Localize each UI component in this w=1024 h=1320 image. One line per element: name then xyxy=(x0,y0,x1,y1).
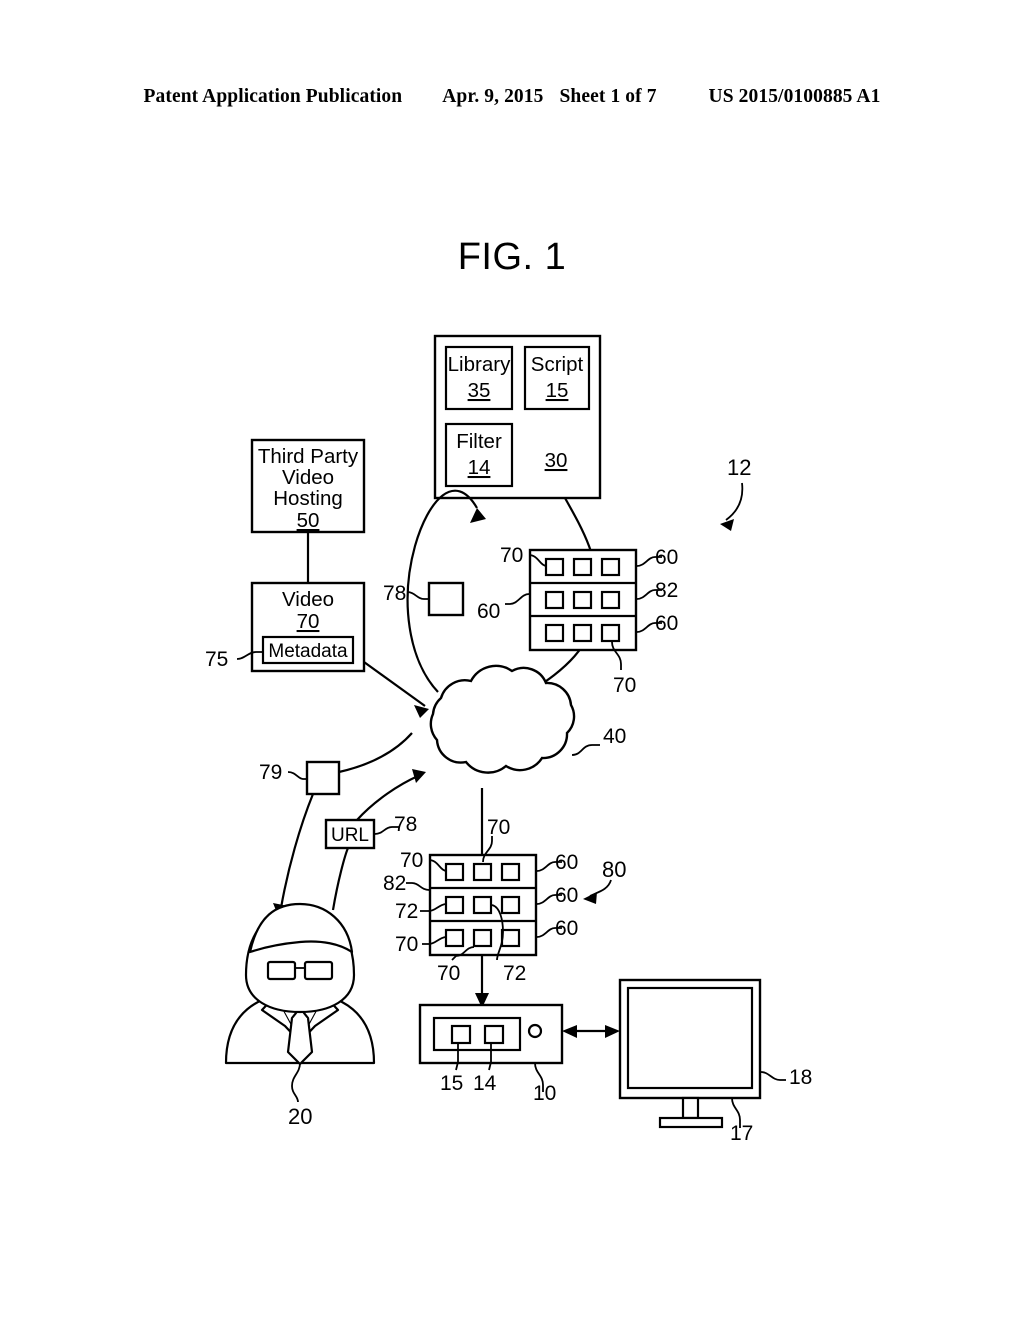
leader-lower-rack-82 xyxy=(406,882,430,891)
leader-79 xyxy=(287,771,307,780)
network-cloud xyxy=(429,664,576,774)
node-box-78-upper xyxy=(427,581,465,617)
arrowhead-to-computer xyxy=(562,1025,577,1038)
monitor xyxy=(618,978,762,1129)
script-ref: 15 xyxy=(546,379,569,402)
node-box-78-upper-ref: 78 xyxy=(383,582,406,605)
upper-rack-ref-top-right: 60 xyxy=(655,546,678,569)
figure-drawing: Third Party Video Hosting 50 Video 70 Me… xyxy=(205,334,812,1145)
engine-ref: 30 xyxy=(545,449,568,472)
url-label: URL xyxy=(331,825,369,846)
lower-rack-ref-top-left: 70 xyxy=(400,849,423,872)
monitor-ref: 18 xyxy=(789,1066,812,1089)
computer-component-b-ref: 14 xyxy=(473,1072,497,1095)
flow-user-to-url xyxy=(331,847,350,911)
lower-rack-ref-top-center: 70 xyxy=(487,816,510,839)
computer-component-a-ref: 15 xyxy=(440,1072,463,1095)
upper-rack-ref-mid-right: 82 xyxy=(655,579,678,602)
filter-ref: 14 xyxy=(468,456,491,479)
metadata-ref: 75 xyxy=(205,648,228,671)
lower-rack-ref-bottom-left-side: 70 xyxy=(395,933,418,956)
upper-rack-ref-bottom: 70 xyxy=(613,674,636,697)
video-label: Video xyxy=(282,588,334,611)
flow-cloud-to-79 xyxy=(338,732,413,774)
leader-monitor-ref xyxy=(760,1071,786,1081)
patent-figure-page: Patent Application Publication Apr. 9, 2… xyxy=(0,0,1024,1320)
arrowhead-url-to-cloud xyxy=(412,769,426,783)
node-box-79 xyxy=(305,760,341,796)
third-party-line1: Third Party xyxy=(258,445,359,468)
filter-label: Filter xyxy=(456,430,502,453)
lower-rack-ref-mid-left-a: 82 xyxy=(383,872,406,895)
lower-rack-ref-mid-left-b: 72 xyxy=(395,900,418,923)
user-person-icon xyxy=(224,902,376,1066)
arrowhead-video-to-cloud xyxy=(414,705,429,718)
lower-rack-ref-mid-right: 60 xyxy=(555,884,578,907)
upper-rack-ref-top-left: 70 xyxy=(500,544,523,567)
node-box-79-ref: 79 xyxy=(259,761,282,784)
user-ref: 20 xyxy=(288,1104,312,1129)
arrowhead-system-ref-12 xyxy=(720,519,734,531)
third-party-line2: Video xyxy=(282,466,334,489)
lower-rack-ref: 80 xyxy=(602,857,626,882)
library-ref: 35 xyxy=(468,379,491,402)
monitor-stand-ref: 17 xyxy=(730,1122,753,1145)
leader-cloud-ref xyxy=(571,744,600,756)
lower-rack-ref-bottom-right: 60 xyxy=(555,917,578,940)
flow-79-to-user xyxy=(279,793,315,909)
script-label: Script xyxy=(531,353,584,376)
leader-lower-rack-ref-80 xyxy=(589,879,612,897)
leader-user-ref xyxy=(291,1062,301,1103)
third-party-line3: Hosting xyxy=(273,487,343,510)
lower-rack-ref-bottom-center: 72 xyxy=(503,962,526,985)
arrowhead-cloud-to-engine xyxy=(470,508,486,523)
flow-video-to-cloud xyxy=(363,661,426,707)
video-ref: 70 xyxy=(297,610,320,633)
leader-system-ref-12 xyxy=(725,482,744,521)
system-ref-12: 12 xyxy=(727,455,751,480)
computer-ref: 10 xyxy=(533,1082,556,1105)
leader-78-upper xyxy=(406,591,429,600)
lower-rack-ref-bottom-left: 70 xyxy=(437,962,460,985)
metadata-label: Metadata xyxy=(268,641,348,662)
upper-rack-ref-mid-left: 60 xyxy=(477,600,500,623)
url-ref: 78 xyxy=(394,813,417,836)
cloud-ref: 40 xyxy=(603,725,626,748)
arrowhead-to-monitor xyxy=(605,1025,620,1038)
upper-rack-ref-bottom-right: 60 xyxy=(655,612,678,635)
lower-rack-ref-top-right: 60 xyxy=(555,851,578,874)
arrowhead-lower-rack-ref-80 xyxy=(583,892,597,904)
library-label: Library xyxy=(448,353,511,376)
leader-upper-rack-60-midleft xyxy=(505,593,530,605)
third-party-ref: 50 xyxy=(297,509,320,532)
